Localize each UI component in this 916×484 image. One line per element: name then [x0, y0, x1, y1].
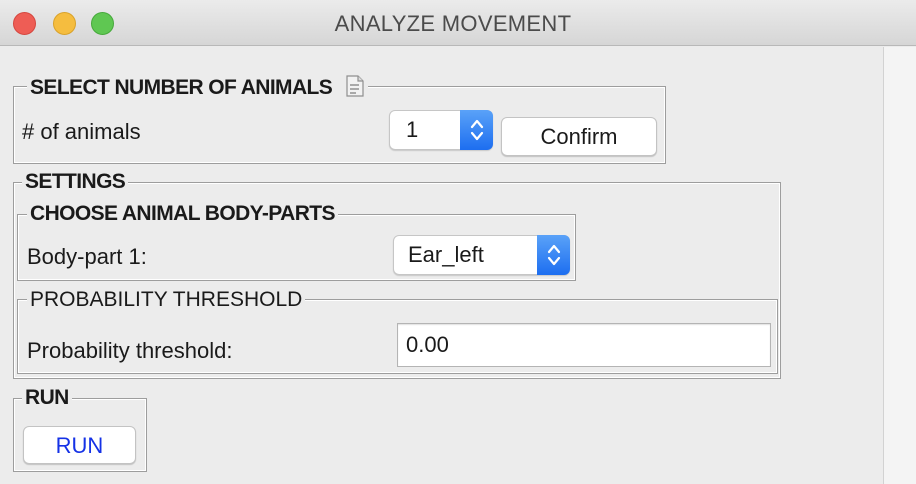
probability-threshold-input[interactable]: 0.00	[397, 323, 771, 367]
updown-chevron-icon[interactable]	[537, 235, 570, 275]
select-animals-legend: SELECT NUMBER OF ANIMALS	[27, 75, 369, 100]
settings-legend: SETTINGS	[22, 170, 129, 194]
updown-chevron-icon[interactable]	[460, 110, 493, 150]
probability-threshold-label: Probability threshold:	[27, 338, 233, 363]
probability-legend: PROBABILITY THRESHOLD	[27, 288, 306, 312]
select-animals-legend-text: SELECT NUMBER OF ANIMALS	[30, 76, 333, 99]
side-strip	[883, 47, 916, 484]
bodypart-1-label: Body-part 1:	[27, 244, 147, 269]
window-title: ANALYZE MOVEMENT	[334, 11, 572, 36]
num-animals-label: # of animals	[22, 119, 141, 144]
analyze-movement-window: ANALYZE MOVEMENT SELECT NUMBER OF ANIMAL…	[0, 0, 916, 484]
bodyparts-legend: CHOOSE ANIMAL BODY-PARTS	[27, 202, 338, 226]
document-icon[interactable]	[345, 75, 365, 97]
bodypart-1-select[interactable]: Ear_left	[393, 235, 570, 275]
run-button[interactable]: RUN	[23, 426, 136, 464]
confirm-button[interactable]: Confirm	[501, 117, 657, 156]
title-bar[interactable]: ANALYZE MOVEMENT	[0, 0, 916, 46]
num-animals-value: 1	[406, 117, 419, 142]
run-legend: RUN	[22, 386, 72, 410]
bodypart-1-value: Ear_left	[408, 242, 484, 267]
num-animals-select[interactable]: 1	[389, 110, 493, 150]
